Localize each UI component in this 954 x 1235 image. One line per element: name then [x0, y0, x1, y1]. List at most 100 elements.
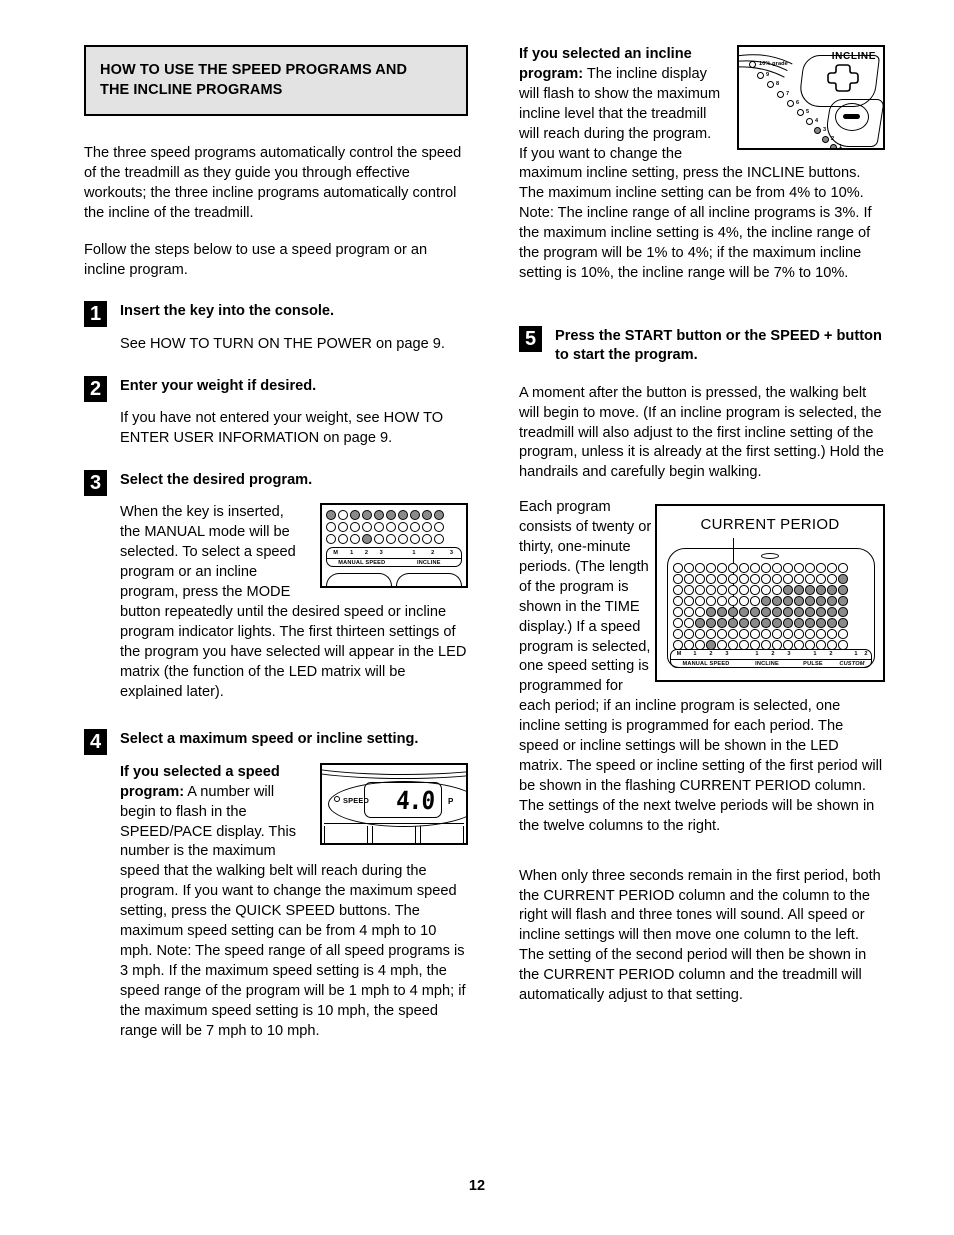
- step-5-number: 5: [519, 325, 542, 352]
- legend-numbers: M 1 2 3 1 2 3: [327, 549, 461, 557]
- legend-num: 2: [431, 550, 435, 557]
- incline-plus-button[interactable]: [827, 63, 859, 93]
- led-matrix-small-legend: M 1 2 3 1 2 3 MANUAL SPEED INCLINE: [326, 547, 462, 568]
- step-4-title: Select a maximum speed or incline settin…: [120, 731, 419, 748]
- incline-grade-label: 10% grade: [759, 61, 788, 67]
- incline-led-4: [806, 118, 813, 125]
- step-5-paragraph-3: When only three seconds remain in the fi…: [519, 867, 881, 1004]
- incline-minus-button[interactable]: [835, 103, 869, 131]
- legend-num: 1: [854, 651, 858, 658]
- incline-level-label: 4: [815, 118, 819, 124]
- legend-names: MANUAL SPEED INCLINE PULSE CUSTOM: [671, 659, 871, 668]
- step-3: 3 Select the desired program. M 1 2 3 1 …: [84, 469, 468, 702]
- incline-led-1: [830, 144, 837, 148]
- incline-led-5: [797, 109, 804, 116]
- step-5-paragraph-1: A moment after the button is pressed, th…: [519, 384, 885, 481]
- step-5: 5 Press the START button or the SPEED + …: [519, 325, 885, 1006]
- incline-led-6: [787, 100, 794, 107]
- legend-name: MANUAL SPEED: [682, 661, 730, 668]
- console-key-row: [324, 822, 464, 843]
- legend-name: INCLINE: [416, 560, 441, 567]
- current-period-figure: CURRENT PERIOD M 1 2 3 1 2 3 1 2 1 2 MAN…: [655, 504, 885, 683]
- led-matrix-small-row: [326, 510, 462, 521]
- step-5-body: A moment after the button is pressed, th…: [519, 384, 885, 1006]
- step-2-number: 2: [84, 375, 107, 402]
- legend-name: CUSTOM: [839, 661, 865, 668]
- speed-pace-display-figure: SPEED 4.0 P: [320, 762, 468, 845]
- page-number: 12: [468, 1178, 486, 1194]
- legend-num: 1: [693, 651, 697, 658]
- legend-num: 2: [829, 651, 833, 658]
- legend-numbers: M 1 2 3 1 2 3 1 2 1 2: [671, 650, 871, 658]
- step-2-body: If you have not entered your weight, see…: [120, 409, 468, 449]
- console-lobe: [396, 573, 462, 587]
- legend-name: PULSE: [803, 661, 823, 668]
- incline-level-label: 8: [776, 81, 780, 87]
- console-key: [420, 825, 464, 843]
- incline-level-label: 7: [786, 91, 790, 97]
- current-period-row: [673, 574, 848, 584]
- legend-num: 2: [364, 550, 369, 557]
- current-period-row: [673, 618, 848, 628]
- incline-led-9: [757, 72, 764, 79]
- step-2-paragraph: If you have not entered your weight, see…: [120, 410, 444, 447]
- current-period-legend: M 1 2 3 1 2 3 1 2 1 2 MANUAL SPEED INCLI…: [670, 649, 872, 669]
- led-matrix-small-row: [326, 534, 462, 545]
- led-matrix-small-row: [326, 522, 462, 533]
- legend-num: 2: [771, 651, 775, 658]
- led-matrix-small-grid: [326, 510, 462, 545]
- legend-name: INCLINE: [755, 661, 779, 668]
- step-4-number: 4: [84, 729, 107, 756]
- incline-led-2: [822, 136, 829, 143]
- legend-num: 3: [449, 550, 454, 557]
- current-period-title: CURRENT PERIOD: [700, 516, 840, 534]
- led-matrix-small-figure: M 1 2 3 1 2 3 MANUAL SPEED INCLINE: [320, 503, 468, 589]
- step-1: 1 Insert the key into the console. See H…: [84, 300, 468, 354]
- incline-level-label: 9: [766, 72, 770, 78]
- section-header-line-2: THE INCLINE PROGRAMS: [100, 82, 283, 98]
- current-period-row: [673, 596, 848, 606]
- legend-num: 2: [709, 651, 713, 658]
- incline-program-block: INCLINE 10% grade 9 8 7 6 5 4 3 2 1 If y…: [519, 45, 885, 301]
- step-5-title-line-2: to start the program.: [555, 347, 698, 364]
- console-key: [324, 825, 368, 843]
- step-5-title: Press the START button or the SPEED + bu…: [555, 325, 885, 366]
- section-header-line-1: HOW TO USE THE SPEED PROGRAMS AND: [100, 62, 408, 78]
- incline-display-figure: INCLINE 10% grade 9 8 7 6 5 4 3 2 1: [737, 45, 885, 150]
- legend-name: MANUAL SPEED: [338, 560, 386, 567]
- speed-value: 4.0: [395, 785, 435, 815]
- legend-num: 1: [755, 651, 759, 658]
- incline-led-8: [767, 81, 774, 88]
- legend-num: 3: [787, 651, 791, 658]
- legend-num: 1: [813, 651, 817, 658]
- step-4-body: SPEED 4.0 P If you selected a speed prog…: [120, 762, 468, 1042]
- step-3-body: M 1 2 3 1 2 3 MANUAL SPEED INCLINE When …: [120, 503, 468, 702]
- intro-paragraph-2: Follow the steps below to use a speed pr…: [84, 241, 428, 278]
- step-3-number: 3: [84, 469, 107, 496]
- incline-led-3: [814, 127, 821, 134]
- section-header-banner: HOW TO USE THE SPEED PROGRAMS AND THE IN…: [84, 45, 468, 116]
- step-2-title: Enter your weight if desired.: [120, 377, 317, 394]
- step-5-title-line-1: Press the START button or the SPEED + bu…: [555, 327, 882, 344]
- step-3-title: Select the desired program.: [120, 471, 313, 488]
- console-button-lobes: [326, 573, 462, 587]
- step-2: 2 Enter your weight if desired. If you h…: [84, 375, 468, 449]
- step-4: 4 Select a maximum speed or incline sett…: [84, 728, 468, 1041]
- current-period-row: [673, 563, 848, 573]
- console-lobe: [326, 573, 392, 587]
- incline-level-label: 2: [831, 136, 835, 142]
- pace-label: P: [448, 796, 454, 806]
- console-key: [372, 825, 416, 843]
- right-column: INCLINE 10% grade 9 8 7 6 5 4 3 2 1 If y…: [519, 45, 885, 1012]
- legend-num: 1: [350, 550, 354, 557]
- left-column: HOW TO USE THE SPEED PROGRAMS AND THE IN…: [84, 45, 468, 1048]
- step-1-number: 1: [84, 301, 107, 328]
- current-period-row: [673, 607, 848, 617]
- speed-value-window: 4.0: [364, 781, 442, 818]
- legend-num: 1: [412, 550, 416, 557]
- step-1-body: See HOW TO TURN ON THE POWER on page 9.: [120, 335, 468, 355]
- legend-num: 3: [725, 651, 729, 658]
- legend-num: 3: [379, 550, 383, 557]
- legend-num: M: [333, 550, 339, 557]
- incline-led-10pct: [749, 61, 756, 68]
